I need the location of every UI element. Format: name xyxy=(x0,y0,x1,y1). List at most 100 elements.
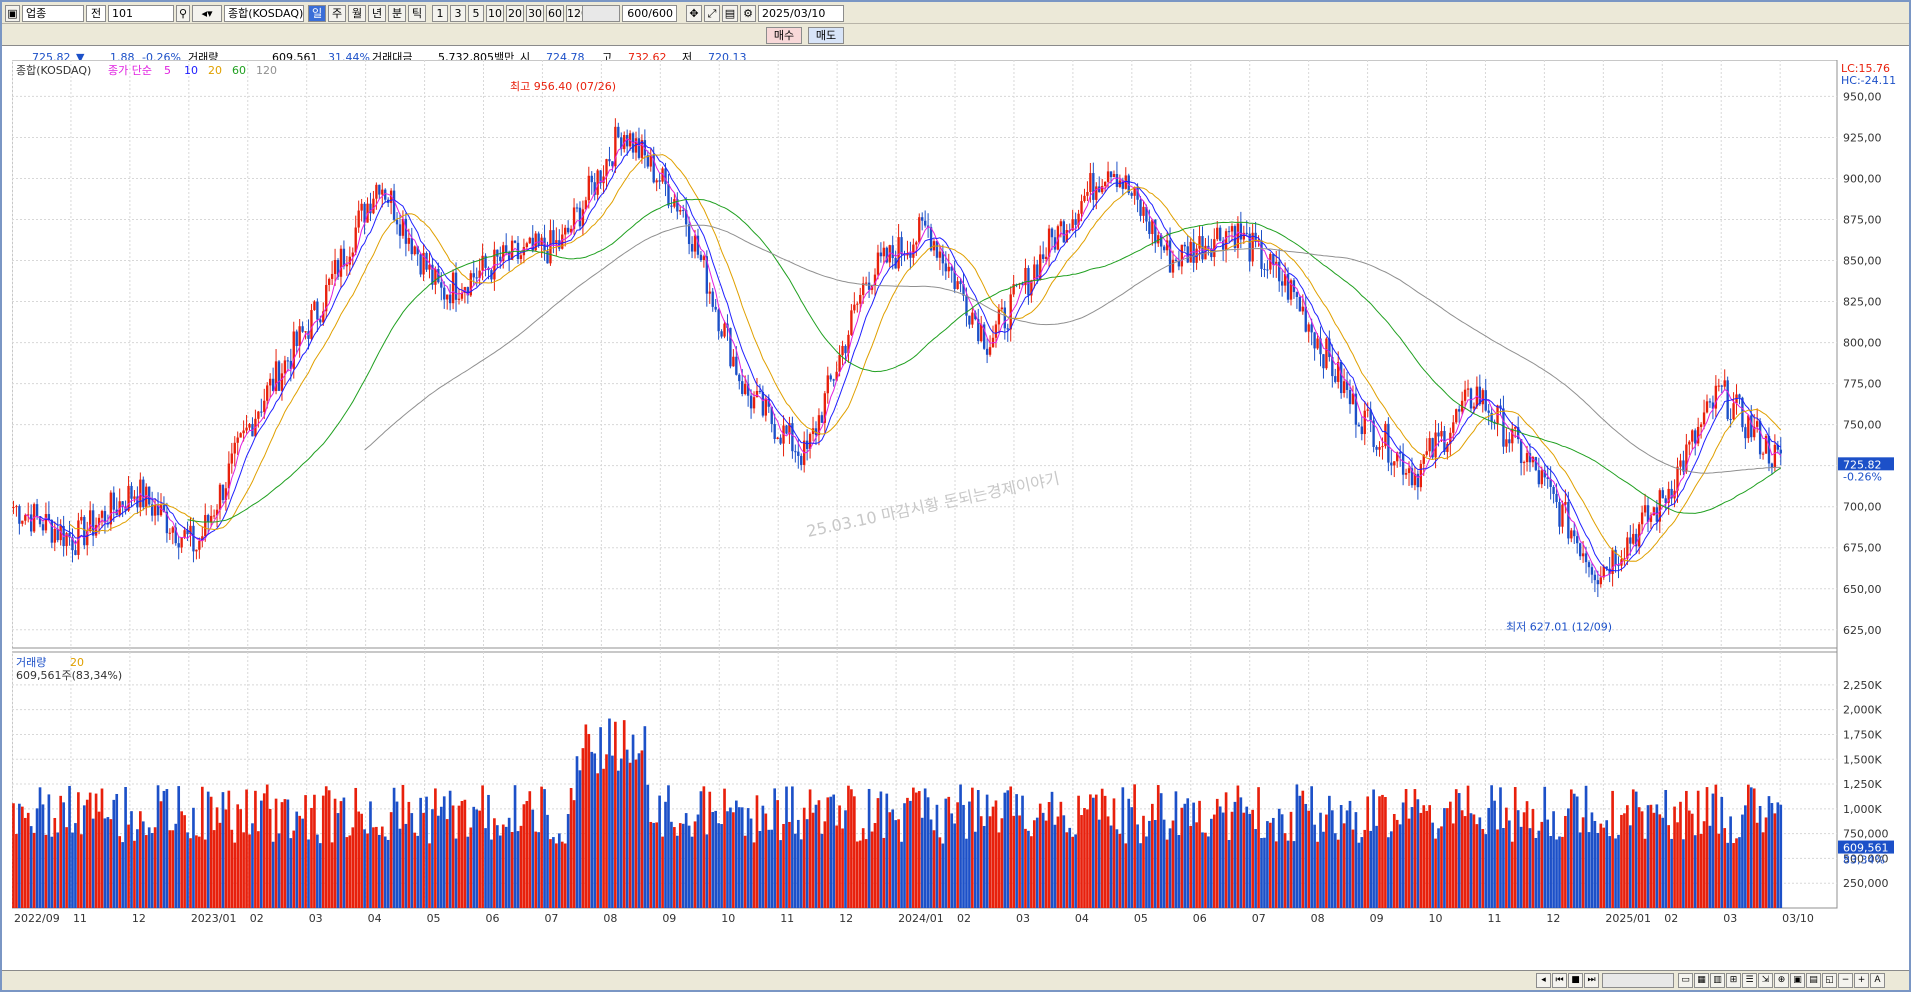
tool8-icon[interactable]: ▣ xyxy=(1790,973,1805,988)
candle-body xyxy=(280,373,284,391)
minute-tab-60[interactable]: 60 xyxy=(546,5,564,22)
stock-chart[interactable]: 950,00 925,00 900,00 875,00 850,00 825,00 800,… xyxy=(12,60,1897,940)
period-tab-3[interactable]: 년 xyxy=(368,5,386,22)
minute-tab-10[interactable]: 10 xyxy=(486,5,504,22)
save-icon[interactable]: ▤ xyxy=(722,5,738,22)
candle-body xyxy=(617,126,620,138)
volume-bar xyxy=(563,843,567,908)
volume-bar xyxy=(1478,817,1482,908)
minute-tab-30[interactable]: 30 xyxy=(526,5,544,22)
volume-bar xyxy=(557,833,561,908)
volume-bar xyxy=(649,821,653,908)
scroll-left-icon[interactable]: ◂ xyxy=(1536,973,1551,988)
scroll-slider[interactable] xyxy=(1602,973,1674,988)
candle-body xyxy=(938,251,942,258)
rewind-icon[interactable]: ⏮ xyxy=(1552,973,1567,988)
volume-bar xyxy=(764,813,768,908)
volume-bar xyxy=(1392,813,1396,908)
stop-icon[interactable]: ■ xyxy=(1568,973,1583,988)
candle-body xyxy=(655,180,658,183)
bottom-scrollbar[interactable]: ◂ ⏮ ■ ⏭ ▭ ▦ ▥ ⊞ ☰ ⇲ ⊕ ▣ ▤ ◱ − + A xyxy=(2,970,1909,990)
volume-bar xyxy=(1466,785,1470,908)
cursor-icon[interactable]: ✥ xyxy=(686,5,702,22)
volume-bar xyxy=(817,800,821,908)
volume-bar xyxy=(1100,788,1104,908)
minute-select[interactable] xyxy=(582,5,620,22)
code-input[interactable]: 101 xyxy=(108,5,174,22)
volume-bar xyxy=(162,790,166,908)
period-tab-5[interactable]: 틱 xyxy=(408,5,426,22)
candle-body xyxy=(1041,254,1045,259)
date-input[interactable]: 2025/03/10 xyxy=(758,5,844,22)
layout-icon[interactable]: ▣ xyxy=(5,5,20,22)
volume-bar xyxy=(1440,826,1443,908)
volume-bar xyxy=(112,799,116,908)
period-tab-1[interactable]: 주 xyxy=(328,5,346,22)
volume-bar xyxy=(643,726,647,908)
sound-icon[interactable]: ◂▾ xyxy=(192,5,222,22)
volume-bar xyxy=(1257,787,1260,908)
minute-tab-1[interactable]: 1 xyxy=(432,5,448,22)
tool4-icon[interactable]: ⊞ xyxy=(1726,973,1741,988)
candle-body xyxy=(856,303,859,305)
volume-bar xyxy=(534,831,538,908)
candle-body xyxy=(1643,505,1647,513)
tool9-icon[interactable]: ▤ xyxy=(1806,973,1821,988)
minute-tab-5[interactable]: 5 xyxy=(468,5,484,22)
volume-bar xyxy=(1269,822,1272,908)
candle-body xyxy=(513,240,517,243)
range-select[interactable]: 전 xyxy=(86,5,106,22)
volume-bar xyxy=(212,830,216,908)
volume-bar xyxy=(82,805,86,908)
candle-body xyxy=(664,168,667,185)
minute-tab-20[interactable]: 20 xyxy=(506,5,524,22)
volume-bar xyxy=(938,837,942,908)
volume-bar xyxy=(1153,820,1157,908)
candle-body xyxy=(1723,380,1726,387)
period-tab-4[interactable]: 분 xyxy=(388,5,406,22)
volume-bar xyxy=(1649,804,1653,908)
buy-button[interactable]: 매수 xyxy=(766,27,802,44)
zoom-out-icon[interactable]: − xyxy=(1838,973,1853,988)
forward-icon[interactable]: ⏭ xyxy=(1584,973,1599,988)
volume-bar xyxy=(1018,815,1021,908)
x-tick-label: 10 xyxy=(1429,912,1443,925)
candle-body xyxy=(743,383,747,394)
tool1-icon[interactable]: ▭ xyxy=(1678,973,1693,988)
volume-bar xyxy=(920,817,924,908)
count-input[interactable]: 600/600 xyxy=(622,5,677,22)
volume-bar xyxy=(342,797,346,908)
volume-bar xyxy=(1558,836,1561,908)
sell-button[interactable]: 매도 xyxy=(808,27,844,44)
tool3-icon[interactable]: ▥ xyxy=(1710,973,1725,988)
volume-bar xyxy=(286,799,290,908)
auto-scale-icon[interactable]: A xyxy=(1870,973,1885,988)
tool10-icon[interactable]: ◱ xyxy=(1822,973,1837,988)
volume-bar xyxy=(1779,804,1783,908)
period-tab-2[interactable]: 월 xyxy=(348,5,366,22)
gear-icon[interactable]: ⚙ xyxy=(740,5,756,22)
tool7-icon[interactable]: ⊕ xyxy=(1774,973,1789,988)
tool2-icon[interactable]: ▦ xyxy=(1694,973,1709,988)
search-icon[interactable]: ⚲ xyxy=(176,5,190,22)
minute-tab-3[interactable]: 3 xyxy=(450,5,466,22)
volume-bar xyxy=(1502,828,1505,908)
volume-bar xyxy=(1145,836,1148,908)
price-tick-label: 925,00 xyxy=(1843,131,1882,144)
volume-bar xyxy=(552,837,555,908)
expand-icon[interactable]: ⤢ xyxy=(704,5,720,22)
volume-bar xyxy=(375,826,378,908)
tool5-icon[interactable]: ☰ xyxy=(1742,973,1757,988)
candle-body xyxy=(434,268,437,285)
candle-body xyxy=(29,514,33,532)
zoom-in-icon[interactable]: + xyxy=(1854,973,1869,988)
volume-bar xyxy=(1012,815,1015,908)
volume-bar xyxy=(224,809,228,908)
sector-select[interactable]: 업종 xyxy=(22,5,84,22)
volume-bar xyxy=(1516,810,1520,908)
volume-bar xyxy=(277,833,281,908)
period-tab-0[interactable]: 일 xyxy=(308,5,326,22)
tool6-icon[interactable]: ⇲ xyxy=(1758,973,1773,988)
volume-bar xyxy=(218,822,222,908)
candle-body xyxy=(1393,461,1396,466)
